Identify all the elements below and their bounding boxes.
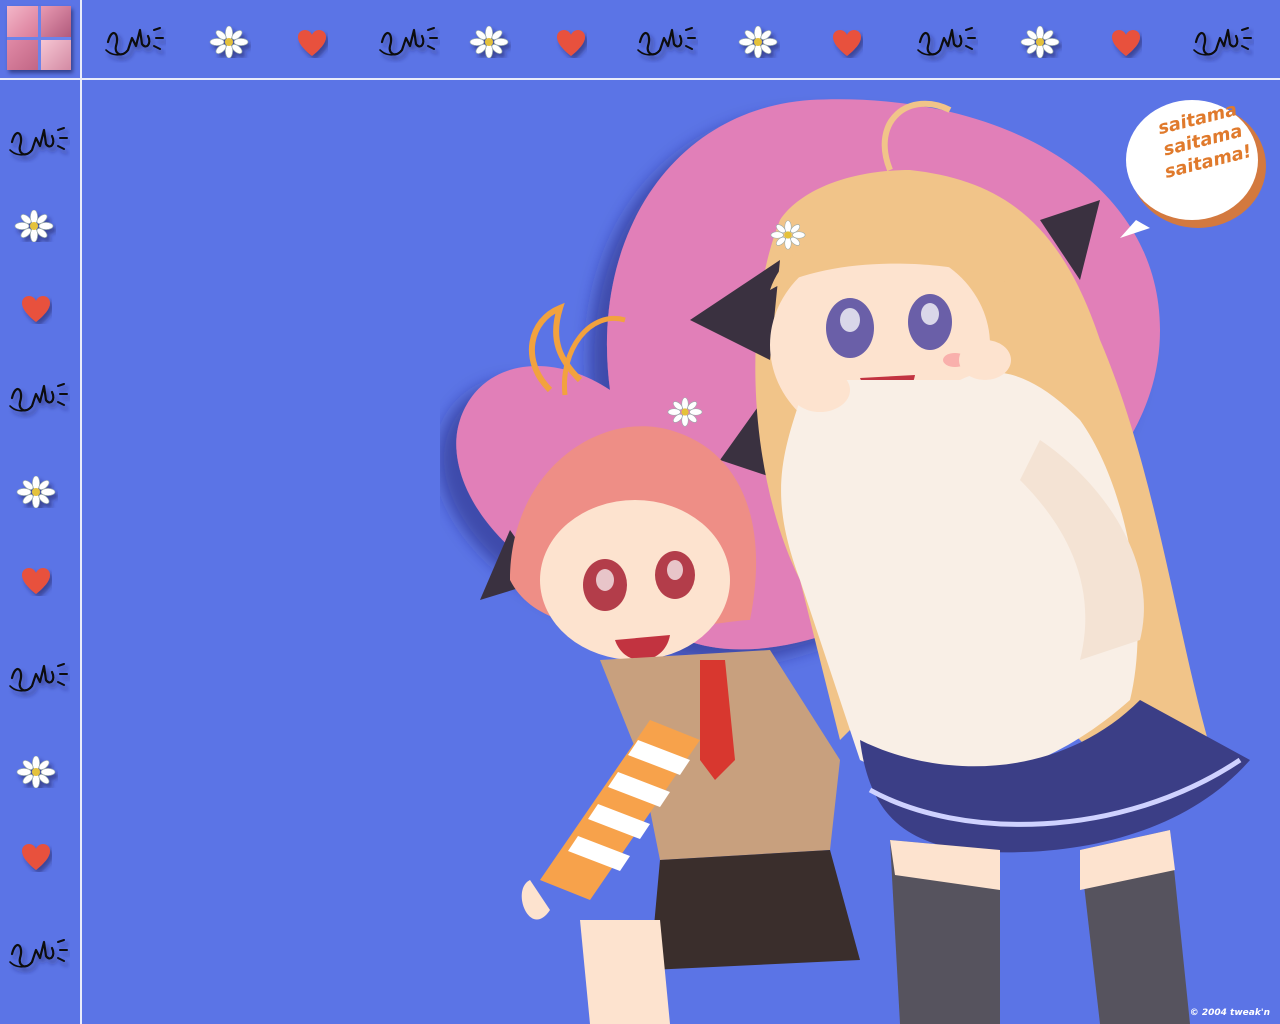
- flower-icon: [736, 26, 780, 58]
- heart-icon: [296, 28, 328, 58]
- flower-icon: [12, 210, 56, 242]
- flower-icon: [14, 476, 58, 508]
- bird-scribble-icon: [102, 16, 166, 64]
- heart-icon: [20, 842, 52, 872]
- thumbnail-tile: [7, 39, 38, 70]
- thumbnail-tile: [40, 39, 71, 70]
- bird-scribble-icon: [6, 116, 70, 164]
- copyright-text: © 2004 tweak'n: [1189, 1008, 1270, 1018]
- left-frame-line: [80, 0, 82, 1024]
- bird-scribble-icon: [376, 16, 440, 64]
- corner-thumbnail-image: [7, 6, 71, 70]
- bird-scribble-icon: [6, 372, 70, 420]
- bird-scribble-icon: [6, 928, 70, 976]
- bird-scribble-icon: [6, 652, 70, 700]
- thumbnail-tile: [40, 6, 71, 37]
- heart-icon: [1110, 28, 1142, 58]
- flower-icon: [207, 26, 251, 58]
- bird-scribble-icon: [914, 16, 978, 64]
- flower-icon: [14, 756, 58, 788]
- heart-icon: [20, 294, 52, 324]
- heart-icon: [20, 566, 52, 596]
- flower-icon: [1018, 26, 1062, 58]
- bird-scribble-icon: [634, 16, 698, 64]
- heart-icon: [831, 28, 863, 58]
- thumbnail-tile: [7, 6, 38, 37]
- bird-scribble-icon: [1190, 16, 1254, 64]
- flower-icon: [467, 26, 511, 58]
- heart-icon: [555, 28, 587, 58]
